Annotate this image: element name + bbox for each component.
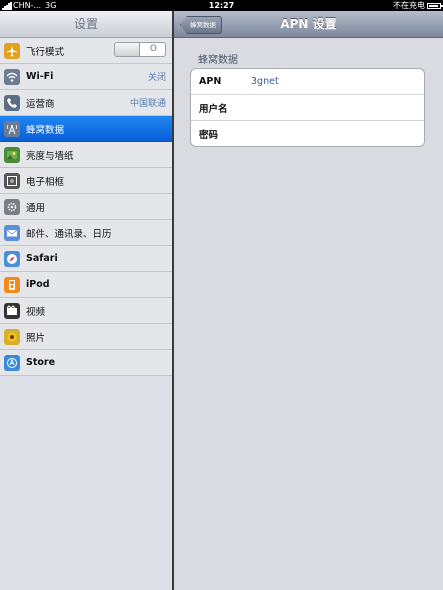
sidebar-item-value: 关闭 xyxy=(147,73,166,83)
sidebar-item-label: 通用 xyxy=(26,202,46,214)
clock: 12:27 xyxy=(208,1,235,10)
apn-field-row[interactable]: 用户名 xyxy=(191,95,424,121)
apn-field-row[interactable]: 密码 xyxy=(191,121,424,146)
status-bar: CHN-... 3G 12:27 不在充电 xyxy=(0,0,443,11)
sidebar-item-ipod[interactable]: iPod xyxy=(0,272,172,298)
field-label: APN xyxy=(199,76,222,87)
sidebar-item-label: Store xyxy=(26,357,56,368)
detail-pane: 蜂窝数据 APN 设置 蜂窝数据 APN 3gnet 用户名密码 xyxy=(174,11,443,590)
sidebar-item-label: 蜂窝数据 xyxy=(26,124,65,136)
picture-frame-icon xyxy=(4,172,20,189)
mail-icon xyxy=(4,224,20,241)
status-right: 不在充电 xyxy=(393,0,443,11)
toggle-knob xyxy=(115,43,140,56)
store-icon xyxy=(4,354,20,371)
sunflower-photo-icon xyxy=(4,328,20,345)
field-value[interactable]: 3gnet xyxy=(251,76,279,87)
battery-fill xyxy=(429,4,438,7)
sidebar-item-label: 运营商 xyxy=(26,98,55,110)
sidebar-item-label: 亮度与墙纸 xyxy=(26,150,74,162)
sidebar-item-gear[interactable]: 通用 xyxy=(0,194,172,220)
charging-status: 不在充电 xyxy=(393,1,425,10)
settings-sidebar: 设置 飞行模式 O Wi-Fi 关闭运营商 中国联通蜂窝数据亮度与墙纸电子相框通用邮件、… xyxy=(0,11,174,590)
apn-settings-group: APN 3gnet 用户名密码 xyxy=(190,68,425,147)
detail-nav-bar: 蜂窝数据 APN 设置 xyxy=(174,11,443,38)
sidebar-item-label: 邮件、通讯录、日历 xyxy=(26,228,112,240)
phone-icon xyxy=(4,94,20,111)
battery-icon xyxy=(427,2,443,9)
apn-field-row[interactable]: APN 3gnet xyxy=(191,69,424,95)
sidebar-item-video[interactable]: 视频 xyxy=(0,298,172,324)
sidebar-item-picture-frame[interactable]: 电子相框 xyxy=(0,168,172,194)
sidebar-item-brightness-wallpaper[interactable]: 亮度与墙纸 xyxy=(0,142,172,168)
sidebar-item-label: Safari xyxy=(26,253,58,264)
sidebar-item-store[interactable]: Store xyxy=(0,350,172,376)
sidebar-item-cellular-tower[interactable]: 蜂窝数据 xyxy=(0,116,172,142)
sidebar-item-label: Wi-Fi xyxy=(26,71,54,82)
brightness-wallpaper-icon xyxy=(4,146,20,163)
sidebar-item-sunflower-photo[interactable]: 照片 xyxy=(0,324,172,350)
field-label: 用户名 xyxy=(199,103,228,115)
sidebar-item-phone[interactable]: 运营商 中国联通 xyxy=(0,90,172,116)
sidebar-item-label: 电子相框 xyxy=(26,176,65,188)
airplane-mode-toggle[interactable]: O xyxy=(114,42,166,57)
wifi-icon xyxy=(4,68,20,85)
cellular-tower-icon xyxy=(4,120,20,137)
ipod-icon xyxy=(4,276,20,293)
airplane-icon xyxy=(4,42,20,59)
sidebar-item-label: iPod xyxy=(26,279,50,290)
section-label: 蜂窝数据 xyxy=(198,55,238,66)
video-icon xyxy=(4,302,20,319)
sidebar-item-airplane[interactable]: 飞行模式 O xyxy=(0,38,172,64)
sidebar-item-mail[interactable]: 邮件、通讯录、日历 xyxy=(0,220,172,246)
sidebar-item-safari-compass[interactable]: Safari xyxy=(0,246,172,272)
sidebar-item-label: 视频 xyxy=(26,306,46,318)
safari-compass-icon xyxy=(4,250,20,267)
sidebar-item-label: 飞行模式 xyxy=(26,46,65,58)
page-title: APN 设置 xyxy=(280,17,337,31)
sidebar-item-wifi[interactable]: Wi-Fi 关闭 xyxy=(0,64,172,90)
field-label: 密码 xyxy=(199,129,219,141)
sidebar-item-value: 中国联通 xyxy=(129,99,166,109)
sidebar-item-label: 照片 xyxy=(26,332,46,344)
sidebar-title: 设置 xyxy=(0,11,172,38)
toggle-label: O xyxy=(149,44,157,54)
settings-menu: 飞行模式 O Wi-Fi 关闭运营商 中国联通蜂窝数据亮度与墙纸电子相框通用邮件、通讯录… xyxy=(0,38,172,376)
gear-icon xyxy=(4,198,20,215)
